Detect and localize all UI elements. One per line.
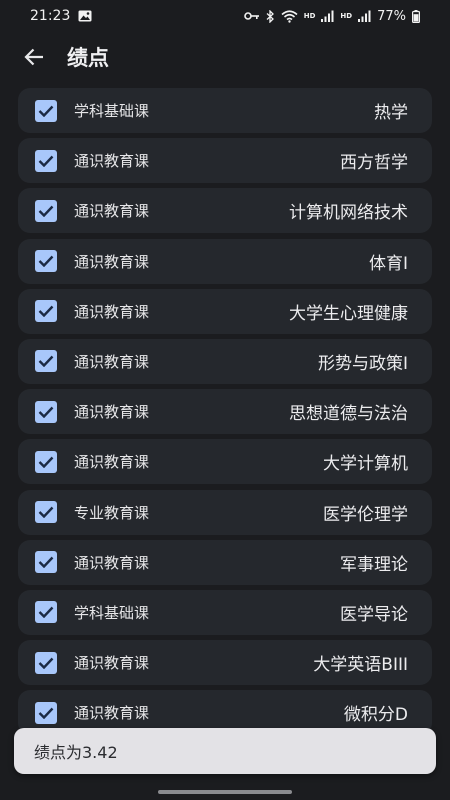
bluetooth-icon [266,9,275,23]
checkmark-icon [38,105,54,117]
checkmark-icon [38,456,54,468]
status-bar: 21:23 HD HD 77% [0,0,450,32]
image-icon [78,10,92,22]
checkmark-icon [38,356,54,368]
course-row[interactable]: 通识教育课 大学计算机 [18,439,432,485]
snackbar-message: 绩点为3.42 [34,743,118,762]
course-name-label: 计算机网络技术 [289,203,408,224]
course-type-label: 通识教育课 [74,704,150,723]
wifi-icon [281,9,298,23]
course-checkbox[interactable] [35,400,57,423]
status-bar-left: 21:23 [30,8,92,24]
checkmark-icon [38,155,54,167]
battery-icon [412,9,420,23]
course-name-label: 医学导论 [340,604,408,625]
course-row[interactable]: 通识教育课 西方哲学 [18,138,432,184]
status-time: 21:23 [30,8,71,24]
course-row[interactable]: 通识教育课 军事理论 [18,539,432,585]
checkmark-icon [38,205,54,217]
course-checkbox[interactable] [35,149,57,172]
arrow-left-icon [24,48,44,66]
home-indicator[interactable] [158,790,292,794]
course-name-label: 西方哲学 [340,153,408,174]
course-list: 学科基础课 热学 通识教育课 西方哲学 通识教育课 计算机网络技术 通识教育课 体育I 通识教育… [18,88,432,740]
course-row[interactable]: 通识教育课 思想道德与法治 [18,389,432,435]
course-name-label: 热学 [374,103,408,123]
course-type-label: 通识教育课 [74,403,150,422]
course-name-label: 医学伦理学 [323,504,408,525]
course-type-label: 通识教育课 [74,252,150,271]
course-row[interactable]: 专业教育课 医学伦理学 [18,489,432,535]
course-type-label: 通识教育课 [74,152,150,171]
page-title: 绩点 [67,46,109,70]
checkmark-icon [38,556,54,569]
course-type-label: 通识教育课 [74,302,150,321]
app-bar: 绩点 [0,32,450,82]
course-checkbox[interactable] [35,450,57,473]
course-checkbox[interactable] [35,551,57,574]
course-row[interactable]: 通识教育课 大学英语BIII [18,640,432,686]
checkmark-icon [38,607,54,619]
battery-percent: 77% [377,8,406,24]
checkmark-icon [38,255,54,268]
hd-label-2: HD [340,12,353,20]
course-row[interactable]: 学科基础课 医学导论 [18,589,432,635]
course-name-label: 大学英语BIII [313,655,408,676]
course-type-label: 专业教育课 [74,503,150,522]
signal-icon [321,10,334,22]
course-name-label: 大学生心理健康 [289,303,408,324]
course-name-label: 思想道德与法治 [289,404,408,425]
checkmark-icon [38,707,54,719]
course-checkbox[interactable] [35,250,57,273]
checkmark-icon [38,506,54,518]
course-checkbox[interactable] [35,199,57,222]
gpa-snackbar: 绩点为3.42 [14,728,436,774]
course-type-label: 通识教育课 [74,453,150,472]
course-name-label: 大学计算机 [323,454,408,475]
course-checkbox[interactable] [35,601,57,624]
hd-label-1: HD [303,12,316,20]
course-type-label: 通识教育课 [74,654,150,673]
course-row[interactable]: 通识教育课 大学生心理健康 [18,288,432,334]
signal-icon-2 [358,10,371,22]
checkmark-icon [38,305,54,318]
checkmark-icon [38,657,54,669]
course-type-label: 学科基础课 [74,603,150,622]
key-icon [243,11,260,21]
course-row[interactable]: 通识教育课 形势与政策I [18,338,432,384]
checkmark-icon [38,406,54,418]
course-row[interactable]: 通识教育课 计算机网络技术 [18,188,432,234]
course-type-label: 通识教育课 [74,352,150,371]
course-checkbox[interactable] [35,350,57,373]
course-type-label: 学科基础课 [74,102,150,120]
course-row[interactable]: 通识教育课 体育I [18,238,432,284]
back-button[interactable] [19,42,49,72]
status-bar-right: HD HD 77% [243,8,420,24]
course-checkbox[interactable] [35,300,57,323]
course-name-label: 形势与政策I [317,353,408,374]
course-checkbox[interactable] [35,99,57,122]
course-checkbox[interactable] [35,701,57,724]
course-type-label: 通识教育课 [74,202,150,221]
course-checkbox[interactable] [35,501,57,523]
course-type-label: 通识教育课 [74,553,150,572]
course-name-label: 军事理论 [340,554,408,575]
course-name-label: 体育I [368,253,408,274]
course-checkbox[interactable] [35,651,57,674]
course-row[interactable]: 学科基础课 热学 [18,88,432,133]
course-name-label: 微积分D [343,705,408,726]
